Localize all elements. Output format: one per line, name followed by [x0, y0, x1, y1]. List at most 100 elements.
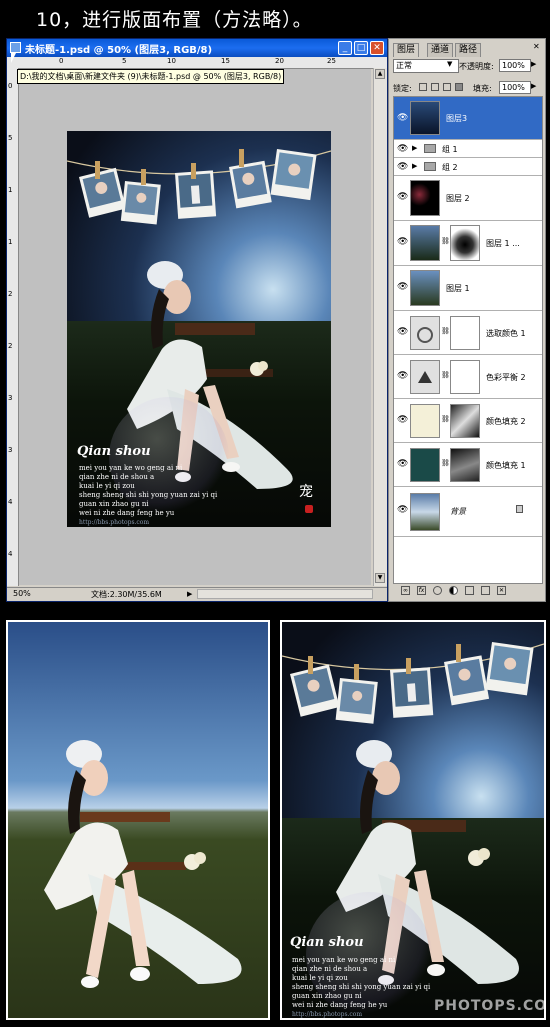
scroll-up-arrow-icon[interactable]: ▲	[375, 69, 385, 79]
lyric-line: guan xin zhao gu ni	[79, 500, 149, 508]
ruler-tick-label: 1	[8, 186, 13, 194]
expand-arrow-icon[interactable]: ▶	[412, 144, 417, 152]
horizontal-scrollbar[interactable]	[197, 589, 373, 599]
layer-row-background[interactable]: 👁 背景	[394, 487, 542, 537]
layer-row-layer2[interactable]: 👁 图层 2	[394, 176, 542, 221]
eye-icon[interactable]: 👁	[397, 282, 408, 292]
layer-row-selective-color[interactable]: 👁 ⛓ 选取颜色 1	[394, 311, 542, 355]
fill-color-swatch[interactable]	[410, 404, 440, 438]
lyric-line: qian zhe ni de shou a	[79, 473, 155, 481]
chevron-down-icon[interactable]: ▼	[447, 60, 452, 68]
layer-mask-thumbnail[interactable]	[450, 316, 480, 350]
stamp-character: 宠	[299, 484, 313, 500]
layer-row-group2[interactable]: 👁 ▶ 组 2	[394, 158, 542, 176]
chain-link-icon[interactable]: ⛓	[441, 237, 450, 245]
lock-icon	[516, 505, 523, 513]
adjustment-layer-icon[interactable]	[449, 586, 458, 595]
layer-name: 组 1	[442, 145, 458, 154]
chain-link-icon[interactable]: ⛓	[441, 327, 450, 335]
layer-row-color-fill-2[interactable]: 👁 ⛓ 颜色填充 2	[394, 399, 542, 443]
eye-icon[interactable]: 👁	[397, 505, 408, 515]
layer-row-group1[interactable]: 👁 ▶ 组 1	[394, 140, 542, 158]
ruler-tick-label: 4	[8, 498, 13, 506]
lock-transparency-icon[interactable]	[419, 83, 427, 91]
chain-link-icon[interactable]: ⛓	[441, 371, 450, 379]
fill-input[interactable]: 100%	[499, 81, 531, 94]
eye-icon[interactable]: 👁	[397, 327, 408, 337]
zoom-level[interactable]: 50%	[13, 589, 31, 598]
lock-all-icon[interactable]	[455, 83, 463, 91]
artwork-lyrics: mei you yan ke wo geng ai ni qian zhe ni…	[292, 956, 430, 1018]
document-window[interactable]: 未标题-1.psd @ 50% (图层3, RGB/8) _ □ ✕ 0 5 1…	[6, 38, 388, 602]
lyric-line: mei you yan ke wo geng ai ni	[292, 956, 396, 964]
eye-icon[interactable]: 👁	[397, 237, 408, 247]
tab-paths[interactable]: 路径	[455, 43, 482, 57]
eye-icon[interactable]: 👁	[397, 459, 408, 469]
layer-row-layer1-copy[interactable]: 👁 ⛓ 图层 1 ...	[394, 221, 542, 266]
ruler-tick-label: 5	[8, 134, 13, 142]
add-mask-icon[interactable]	[433, 586, 442, 595]
eye-icon[interactable]: 👁	[397, 415, 408, 425]
layer-mask-thumbnail[interactable]	[450, 404, 480, 438]
lyric-line: mei you yan ke wo geng ai ni	[79, 464, 183, 472]
layer-mask-thumbnail[interactable]	[450, 225, 480, 261]
layer-name: 背景	[450, 507, 466, 516]
eye-icon[interactable]: 👁	[397, 162, 408, 172]
chain-link-icon[interactable]: ⛓	[441, 459, 450, 467]
layer-name: 色彩平衡 2	[486, 373, 526, 382]
tab-channels[interactable]: 通道	[427, 43, 454, 57]
mouse-cursor-icon	[11, 53, 16, 63]
layer-mask-thumbnail[interactable]	[450, 360, 480, 394]
fill-arrow-icon[interactable]: ▶	[531, 82, 536, 90]
layer-name: 组 2	[442, 163, 458, 172]
layer-row-layer3[interactable]: 👁 图层3	[394, 97, 542, 140]
expand-arrow-icon[interactable]: ▶	[412, 162, 417, 170]
window-title-bar[interactable]: 未标题-1.psd @ 50% (图层3, RGB/8) _ □ ✕	[7, 39, 387, 57]
scroll-down-arrow-icon[interactable]: ▼	[375, 573, 385, 583]
layer-name: 颜色填充 2	[486, 417, 526, 426]
layer-name: 图层 1 ...	[486, 239, 520, 248]
ruler-tick-label: 0	[8, 82, 13, 90]
layer-style-icon[interactable]: fx	[417, 586, 426, 595]
close-button[interactable]: ✕	[370, 41, 384, 55]
layer-mask-thumbnail[interactable]	[450, 448, 480, 482]
tutorial-step-heading: 10，进行版面布置（方法略）。	[36, 9, 313, 31]
lyric-line: sheng sheng shi shi yong yuan zai yi qi	[79, 491, 218, 499]
tab-layers[interactable]: 图层	[393, 43, 420, 57]
document-size: 文档:2.30M/35.6M	[91, 590, 162, 599]
clothesline-with-photos	[282, 642, 544, 724]
chain-link-icon[interactable]: ⛓	[441, 415, 450, 423]
fill-color-swatch[interactable]	[410, 448, 440, 482]
layer-row-color-balance[interactable]: 👁 ⛓ 色彩平衡 2	[394, 355, 542, 399]
ruler-tick-label: 3	[8, 394, 13, 402]
vertical-ruler[interactable]: 0 5 1 1 2 2 3 3 4 4	[7, 68, 19, 586]
layer-row-layer1[interactable]: 👁 图层 1	[394, 266, 542, 311]
new-layer-icon[interactable]	[481, 586, 490, 595]
lock-position-icon[interactable]	[443, 83, 451, 91]
folder-icon	[424, 162, 436, 171]
lock-image-icon[interactable]	[431, 83, 439, 91]
eye-icon[interactable]: 👁	[397, 371, 408, 381]
opacity-arrow-icon[interactable]: ▶	[531, 60, 536, 68]
layer-row-color-fill-1[interactable]: 👁 ⛓ 颜色填充 1	[394, 443, 542, 487]
lyric-line: qian zhe ni de shou a	[292, 965, 368, 973]
maximize-button[interactable]: □	[354, 41, 368, 55]
eye-icon[interactable]: 👁	[397, 192, 408, 202]
opacity-label: 不透明度:	[459, 62, 494, 71]
eye-icon[interactable]: 👁	[397, 144, 408, 154]
composed-artwork[interactable]: Qian shou mei you yan ke wo geng ai ni q…	[67, 131, 331, 527]
layer-name: 图层 2	[446, 194, 470, 203]
minimize-button[interactable]: _	[338, 41, 352, 55]
canvas-area[interactable]: Qian shou mei you yan ke wo geng ai ni q…	[11, 53, 371, 585]
status-menu-arrow-icon[interactable]: ▶	[187, 590, 192, 598]
ruler-tick-label: 0	[59, 57, 64, 65]
delete-layer-icon[interactable]: ✕	[497, 586, 506, 595]
vertical-scrollbar[interactable]: ▲ ▼	[373, 68, 387, 586]
new-group-icon[interactable]	[465, 586, 474, 595]
eye-icon[interactable]: 👁	[397, 113, 408, 123]
opacity-input[interactable]: 100%	[499, 59, 531, 72]
before-photo	[6, 620, 270, 1020]
panel-close-icon[interactable]: ✕	[533, 42, 540, 51]
horizontal-ruler[interactable]: 0 5 10 15 20 25	[7, 57, 387, 69]
link-layers-icon[interactable]: ∞	[401, 586, 410, 595]
